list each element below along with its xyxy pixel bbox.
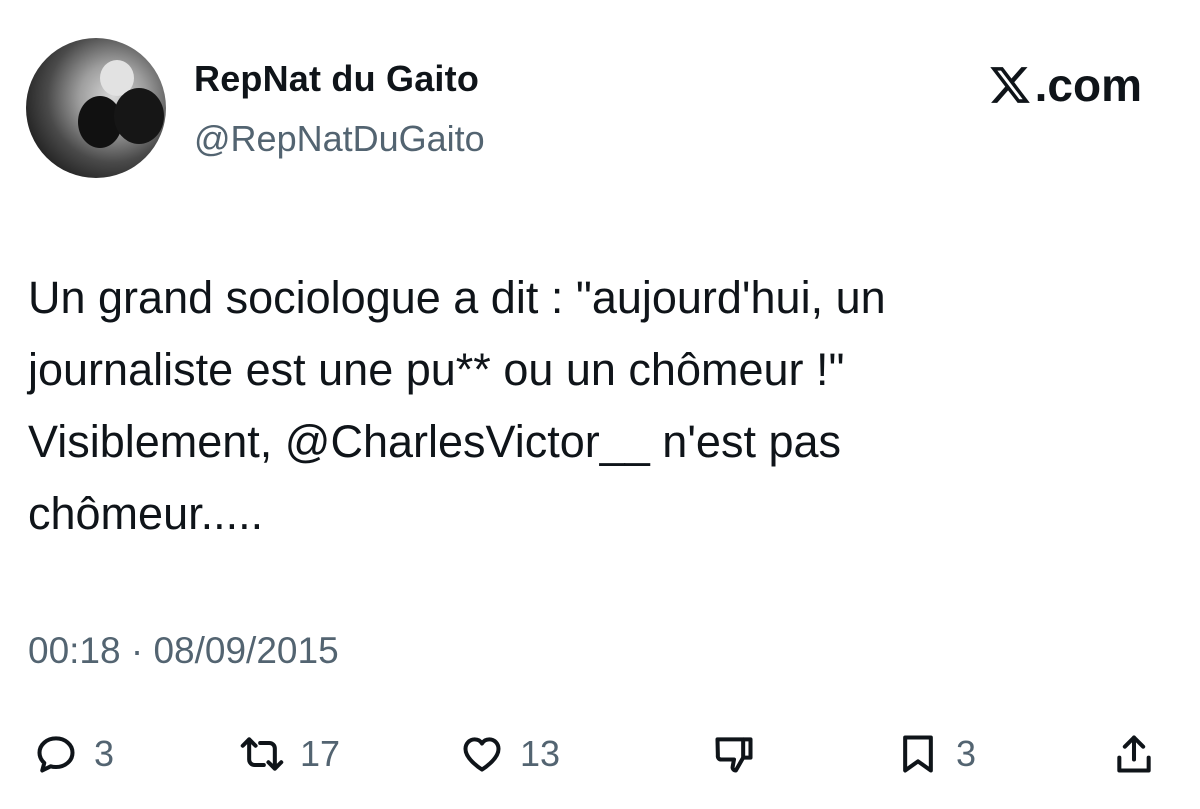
share-icon [1117, 735, 1151, 773]
reply-bubble-icon [37, 736, 75, 773]
reply-count: 3 [94, 733, 115, 774]
bookmark-button[interactable]: 3 [896, 722, 976, 786]
brand-logo: .com [987, 58, 1142, 112]
tweet-text: Un grand sociologue a dit : "aujourd'hui… [28, 272, 886, 539]
retweet-icon [240, 737, 284, 771]
bookmark-count: 3 [956, 733, 977, 774]
like-button[interactable]: 13 [460, 722, 560, 786]
avatar-glove-right [114, 88, 164, 144]
retweet-count: 17 [300, 733, 341, 774]
heart-icon [463, 737, 501, 772]
like-count: 13 [520, 733, 561, 774]
share-button[interactable] [1112, 722, 1156, 786]
dislike-button[interactable] [712, 722, 756, 786]
avatar[interactable] [26, 38, 166, 178]
bookmark-icon [903, 735, 933, 773]
tweet-timestamp[interactable]: 00:18 · 08/09/2015 [28, 630, 339, 672]
reply-button[interactable]: 3 [34, 722, 114, 786]
x-logo-icon [989, 67, 1030, 103]
thumbs-down-icon [715, 737, 753, 773]
brand-label: .com [1034, 59, 1142, 111]
retweet-button[interactable]: 17 [240, 722, 340, 786]
action-bar: 3 17 13 3 [0, 722, 1200, 786]
author-name[interactable]: RepNat du Gaito [194, 58, 479, 100]
author-handle[interactable]: @RepNatDuGaito [194, 118, 485, 160]
